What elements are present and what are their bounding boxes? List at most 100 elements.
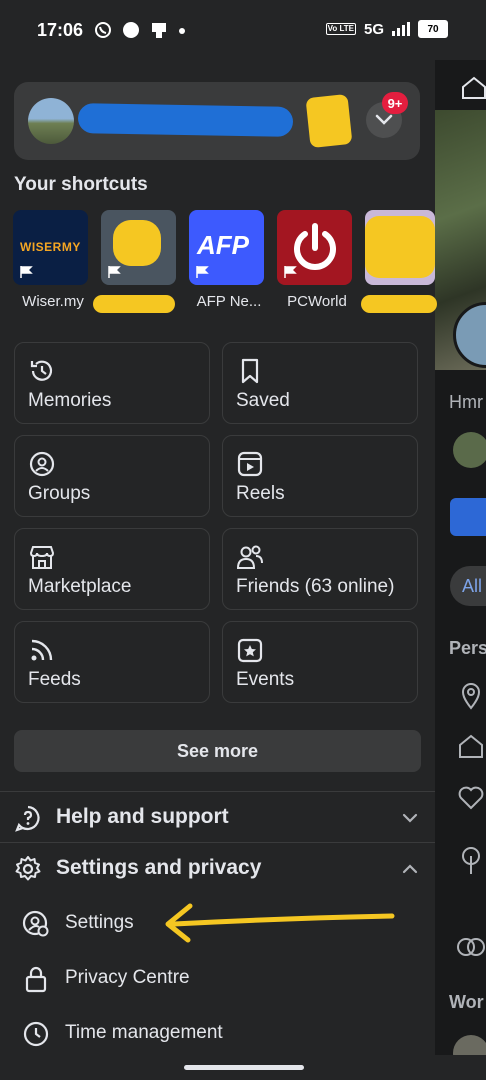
gesture-handle[interactable] — [184, 1065, 304, 1070]
time-management-item[interactable]: Time management — [0, 1008, 435, 1058]
help-icon — [15, 805, 40, 832]
grid-label: Saved — [236, 390, 290, 411]
chevron-down-icon — [375, 114, 393, 125]
privacy-centre-label: Privacy Centre — [65, 967, 190, 988]
bg-filter-pill[interactable]: All — [450, 566, 486, 606]
dot-icon — [179, 28, 185, 34]
shortcuts-title: Your shortcuts — [14, 174, 148, 195]
redacted-name — [77, 103, 294, 137]
redacted-label — [93, 295, 175, 313]
grid-label: Groups — [28, 483, 91, 504]
volte-icon: Vo LTE — [325, 23, 356, 35]
bg-avatar-bottom — [453, 1035, 486, 1055]
feeds-icon — [31, 639, 53, 661]
lock-icon — [25, 966, 47, 993]
settings-privacy-row[interactable]: Settings and privacy — [0, 843, 435, 893]
reels-icon — [237, 451, 263, 477]
shortcut-tile-text: AFP — [197, 230, 249, 260]
shortcut-tile[interactable] — [277, 210, 352, 285]
privacy-centre-item[interactable]: Privacy Centre — [0, 953, 435, 1003]
profile-card[interactable]: 9+ — [14, 82, 420, 160]
plant-icon — [462, 847, 480, 874]
page-flag-icon — [284, 266, 297, 278]
saved-card[interactable]: Saved — [222, 342, 418, 424]
circle-notification-icon — [123, 22, 139, 38]
background-profile-page[interactable]: Hmr All Pers Wor — [435, 60, 486, 1055]
status-time: 17:06 — [37, 20, 84, 40]
chevron-up-icon — [402, 864, 418, 874]
battery-icon: 70 — [418, 20, 448, 38]
store-icon — [29, 546, 55, 569]
grid-label: Marketplace — [28, 576, 132, 597]
grid-label: Friends (63 online) — [236, 576, 395, 597]
redaction-sticker — [305, 93, 353, 149]
location-icon — [461, 683, 481, 710]
bg-text-2: Pers — [449, 638, 486, 658]
home-icon — [462, 76, 486, 99]
clock-icon — [23, 1021, 49, 1047]
bg-text-3: Wor — [449, 992, 484, 1012]
shortcut-item[interactable]: PCWorld — [277, 210, 352, 310]
avatar[interactable] — [28, 98, 74, 144]
heart-icon — [458, 786, 484, 810]
groups-icon — [29, 451, 55, 477]
app-notification-icon — [152, 23, 166, 38]
bg-primary-button[interactable] — [450, 498, 486, 536]
clock-history-icon — [30, 360, 53, 381]
time-management-label: Time management — [65, 1022, 223, 1043]
bookmark-icon — [241, 358, 259, 384]
shortcut-item[interactable] — [361, 210, 440, 313]
see-more-button[interactable]: See more — [14, 730, 421, 772]
events-icon — [237, 638, 263, 663]
shortcut-item[interactable]: WISERMY Wiser.my — [13, 210, 88, 310]
whatsapp-icon — [95, 22, 111, 38]
marketplace-card[interactable]: Marketplace — [14, 528, 210, 610]
shortcut-label: Wiser.my — [22, 293, 84, 310]
friends-icon — [236, 545, 263, 569]
annotation-arrow-icon — [165, 903, 395, 943]
grid-label: Reels — [236, 483, 285, 504]
grid-label: Feeds — [28, 669, 81, 690]
bg-text-1: Hmr — [449, 392, 483, 412]
status-right: Vo LTE 5G 70 — [325, 20, 448, 38]
redaction-sticker — [365, 216, 435, 278]
shortcut-item[interactable]: AFP AFP Ne... — [189, 210, 264, 310]
notification-badge: 9+ — [382, 92, 408, 114]
grid-label: Memories — [28, 390, 112, 411]
status-bar: 17:06 Vo LTE 5G 70 — [0, 0, 486, 60]
friend-avatar — [453, 432, 486, 468]
help-support-row[interactable]: Help and support — [0, 792, 435, 842]
shortcut-tile-text: WISERMY — [20, 240, 81, 254]
feeds-card[interactable]: Feeds — [14, 621, 210, 703]
help-label: Help and support — [56, 805, 229, 828]
events-card[interactable]: Events — [222, 621, 418, 703]
grid-label: Events — [236, 669, 295, 690]
shortcut-tile[interactable] — [365, 210, 435, 285]
settings-label: Settings — [65, 912, 134, 933]
shortcut-tile[interactable]: WISERMY — [13, 210, 88, 285]
page-flag-icon — [196, 266, 209, 278]
groups-card[interactable]: Groups — [14, 435, 210, 517]
reels-card[interactable]: Reels — [222, 435, 418, 517]
signal-icon — [392, 22, 410, 36]
memories-card[interactable]: Memories — [14, 342, 210, 424]
house-icon — [459, 734, 483, 758]
shortcut-label: PCWorld — [287, 293, 347, 310]
system-nav-bar — [0, 1055, 486, 1080]
status-notification-icons — [94, 21, 186, 39]
redacted-label — [361, 295, 437, 313]
shortcut-tile[interactable]: AFP — [189, 210, 264, 285]
gear-icon — [15, 856, 41, 881]
settings-privacy-label: Settings and privacy — [56, 856, 262, 879]
shortcut-item[interactable] — [93, 210, 176, 313]
page-flag-icon — [108, 266, 121, 278]
network-label: 5G — [363, 20, 384, 38]
friends-card[interactable]: Friends (63 online) — [222, 528, 418, 610]
page-flag-icon — [20, 266, 33, 278]
settings-user-icon — [22, 910, 49, 937]
shortcut-tile[interactable] — [101, 210, 176, 285]
redaction-sticker — [113, 220, 161, 266]
rings-icon — [457, 938, 485, 956]
shortcut-label: AFP Ne... — [196, 293, 262, 310]
chevron-down-icon — [402, 813, 418, 823]
